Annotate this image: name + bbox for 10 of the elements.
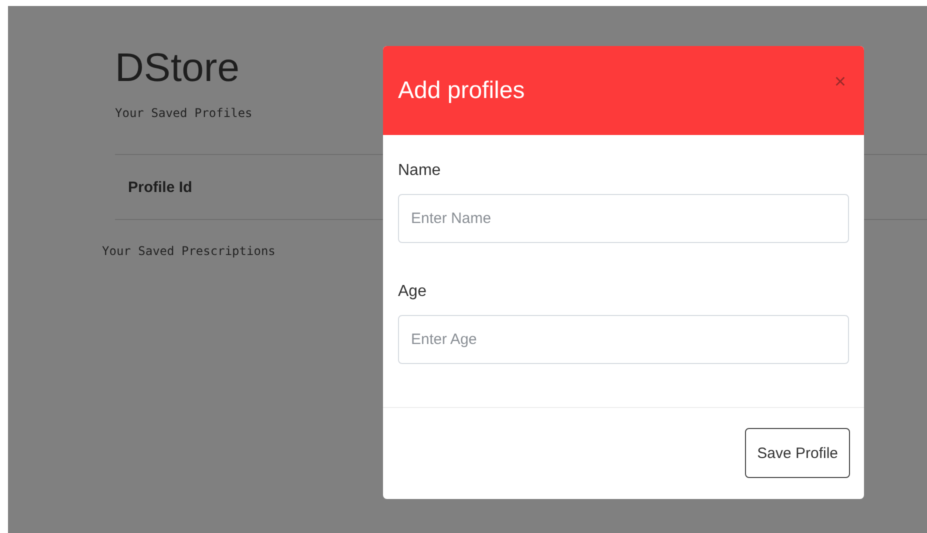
modal-title: Add profiles	[398, 76, 525, 104]
profiles-heading: Your Saved Profiles	[115, 106, 252, 120]
field-label: Name	[398, 162, 442, 180]
field-label: Age	[398, 283, 428, 301]
brand-title: DStore	[115, 45, 240, 92]
save-button[interactable]: Save Profile	[745, 428, 850, 478]
column-header: Profile Id	[128, 178, 192, 196]
input-field[interactable]: Enter Age	[398, 315, 849, 364]
prescriptions-heading: Your Saved Prescriptions	[102, 244, 276, 258]
input-field[interactable]: Enter Name	[398, 194, 849, 243]
